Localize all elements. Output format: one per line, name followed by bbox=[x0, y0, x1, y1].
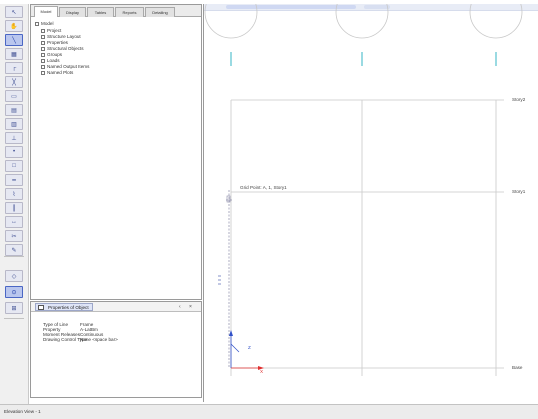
expand-icon[interactable] bbox=[41, 28, 45, 33]
axis-x-label: X bbox=[260, 369, 264, 374]
story-label-base: Base bbox=[512, 365, 523, 370]
draw-line-icon[interactable]: ╲ bbox=[5, 34, 23, 46]
brace-icon[interactable]: ╳ bbox=[5, 76, 23, 88]
tab-detailing[interactable]: Detailing bbox=[145, 7, 175, 17]
toolbar-separator bbox=[4, 256, 24, 257]
tree-item-label: Project bbox=[47, 28, 62, 33]
expand-icon[interactable] bbox=[41, 58, 45, 63]
close-icon[interactable]: × bbox=[189, 304, 192, 310]
drawing-toolbar: ↖ ✋ ╲ ▦ ┌ ╳ ▭ ▤ ▥ ⊥ • □ ━ ⌇ ┃ ↔ ✂ ✎ ◇ ⊙ ⊞ bbox=[0, 4, 29, 404]
tree-root-label: Model bbox=[41, 21, 54, 26]
model-explorer-panel: Model Display Tables Reports Detailing Model… bbox=[30, 4, 202, 300]
support-icon[interactable]: ⊥ bbox=[5, 132, 23, 144]
explorer-tabs: Model Display Tables Reports Detailing bbox=[31, 5, 201, 17]
tree-item-label: Named Plots bbox=[47, 70, 74, 75]
properties-title: Properties of Object bbox=[48, 305, 89, 310]
slab-icon[interactable]: ▤ bbox=[5, 104, 23, 116]
elevation-drawing bbox=[204, 4, 523, 376]
axis-y-line bbox=[230, 343, 240, 353]
pencil-icon[interactable]: ✎ bbox=[5, 244, 23, 256]
properties-panel: Properties of Object ‹ × Type of Line Fra… bbox=[30, 301, 202, 398]
pointer-icon[interactable]: ↖ bbox=[5, 6, 23, 18]
story-label-story2: Story2 bbox=[512, 97, 526, 102]
properties-title-tab[interactable]: Properties of Object bbox=[35, 303, 93, 311]
etabs-window: ↖ ✋ ╲ ▦ ┌ ╳ ▭ ▤ ▥ ⊥ • □ ━ ⌇ ┃ ↔ ✂ ✎ ◇ ⊙ ⊞ Model Display Tables… bbox=[0, 0, 538, 419]
toolbar-separator bbox=[4, 318, 24, 319]
tree-item-label: Structure Layout bbox=[47, 34, 81, 39]
collapse-icon[interactable] bbox=[35, 21, 39, 26]
status-text: Elevation View - 1 bbox=[4, 409, 41, 414]
property-key: Drawing Control Type bbox=[43, 337, 88, 342]
opening-icon[interactable]: □ bbox=[5, 160, 23, 172]
tree-item-label: Named Output Items bbox=[47, 64, 90, 69]
wall-icon[interactable]: ▥ bbox=[5, 118, 23, 130]
tab-tables[interactable]: Tables bbox=[87, 7, 114, 17]
grid-point-tooltip: Grid Point: A, 1, Story1 bbox=[240, 185, 287, 190]
expand-icon[interactable] bbox=[41, 40, 45, 45]
pin-icon[interactable]: ‹ bbox=[179, 304, 181, 310]
property-value: None <space bar> bbox=[80, 337, 118, 342]
grid-bubble-c[interactable] bbox=[469, 4, 523, 39]
joint-icon[interactable]: • bbox=[5, 146, 23, 158]
expand-icon[interactable] bbox=[41, 64, 45, 69]
property-row[interactable]: Drawing Control TypeNone <space bar> bbox=[43, 337, 118, 342]
frame-icon[interactable]: ┌ bbox=[5, 62, 23, 74]
tree-item-label: Loads bbox=[47, 58, 60, 63]
tab-display[interactable]: Display bbox=[59, 7, 86, 17]
quick-draw-icon[interactable]: ⊞ bbox=[5, 302, 23, 314]
column-icon[interactable]: ┃ bbox=[5, 202, 23, 214]
expand-icon[interactable] bbox=[41, 34, 45, 39]
status-bar: Elevation View - 1 bbox=[0, 404, 538, 419]
measure-icon[interactable]: ↔ bbox=[5, 216, 23, 228]
grid-bubble-a[interactable] bbox=[204, 4, 258, 39]
beam-icon[interactable]: ━ bbox=[5, 174, 23, 186]
expand-icon[interactable] bbox=[41, 70, 45, 75]
grid-icon[interactable]: ▦ bbox=[5, 48, 23, 60]
tree-root[interactable]: Model bbox=[35, 21, 54, 27]
grid-bubble-b[interactable] bbox=[335, 4, 389, 39]
axis-z-label: Z bbox=[248, 345, 251, 350]
snap-icon[interactable]: ⊙ bbox=[5, 286, 23, 298]
tree-item-label: Properties bbox=[47, 40, 68, 45]
area-icon[interactable]: ▭ bbox=[5, 90, 23, 102]
tree-item[interactable]: Named Plots bbox=[41, 70, 73, 76]
axis-z-arrow bbox=[229, 330, 233, 336]
tree-item-label: Groups bbox=[47, 52, 63, 57]
assign-icon[interactable]: ◇ bbox=[5, 270, 23, 282]
section-cut-icon[interactable]: ✂ bbox=[5, 230, 23, 242]
expand-icon[interactable] bbox=[41, 46, 45, 51]
tree-item-label: Structural Objects bbox=[47, 46, 84, 51]
tab-reports[interactable]: Reports bbox=[115, 7, 144, 17]
snap-marker bbox=[226, 195, 231, 203]
zoom-icon[interactable]: ✋ bbox=[5, 20, 23, 32]
tab-model[interactable]: Model bbox=[34, 6, 58, 17]
expand-icon[interactable] bbox=[41, 52, 45, 57]
properties-icon bbox=[38, 305, 44, 310]
properties-header: Properties of Object ‹ × bbox=[31, 302, 201, 312]
link-icon[interactable]: ⌇ bbox=[5, 188, 23, 200]
elevation-viewport[interactable]: Story2 Story1 Base Grid Point: A, 1, Sto… bbox=[203, 4, 538, 402]
story-label-story1: Story1 bbox=[512, 189, 526, 194]
